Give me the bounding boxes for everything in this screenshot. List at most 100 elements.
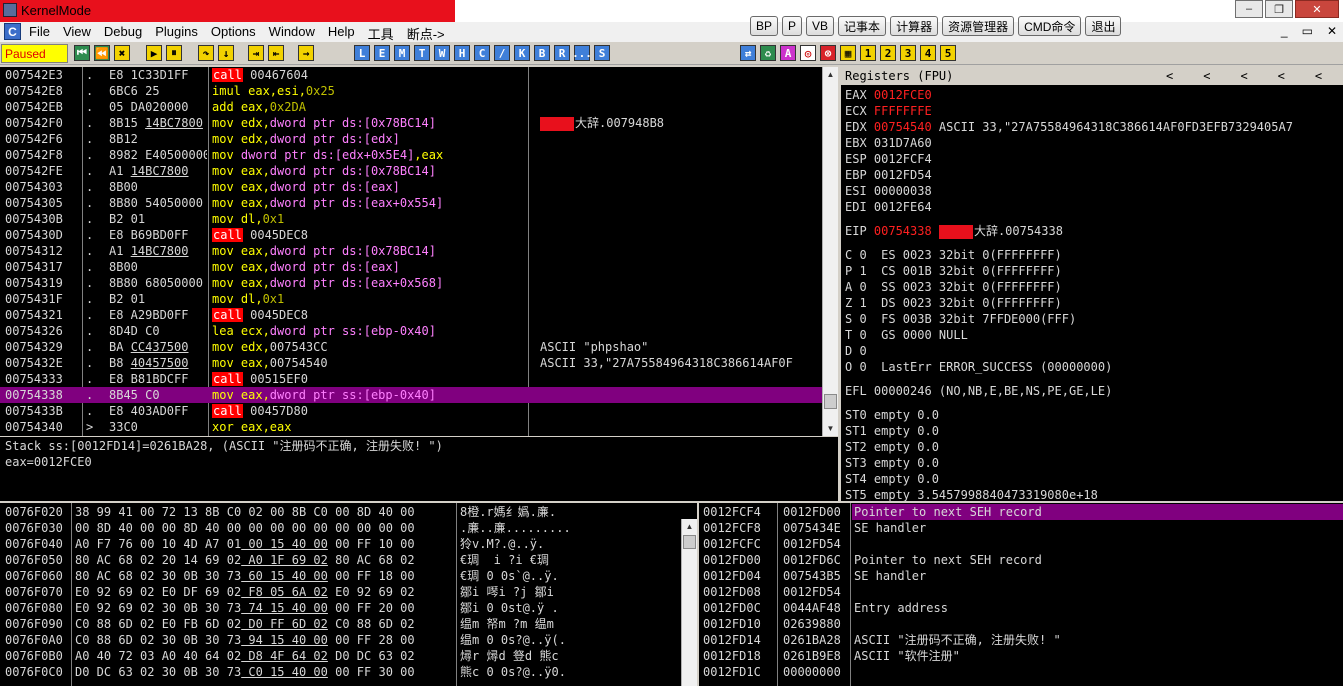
dump-scrollbar[interactable]: ▲	[681, 519, 697, 686]
disasm-row[interactable]: 00754326. 8D4D C0 lea ecx,dword ptr ss:[eb…	[0, 323, 822, 339]
quick-button-5[interactable]: 5	[940, 45, 956, 61]
disasm-row[interactable]: 00754333. E8 B81BDCFF call 00515EF0	[0, 371, 822, 387]
registers-header[interactable]: Registers (FPU) <<<<<	[841, 67, 1343, 85]
modules-window-button[interactable]: E	[374, 45, 390, 61]
font-icon[interactable]: A	[780, 45, 796, 61]
menu-breakpoint[interactable]: 断点->	[407, 24, 445, 43]
info-pane[interactable]: Stack ss:[0012FD14]=0261BA28, (ASCII "注册…	[0, 437, 838, 501]
stack-row[interactable]: 0012FD10 02639880	[699, 616, 1343, 632]
menu-debug[interactable]: Debug	[104, 24, 142, 43]
exit-button[interactable]: 退出	[1085, 16, 1122, 36]
open-icon[interactable]: ⏮	[74, 45, 90, 61]
register-esp[interactable]: ESP 0012FCF4	[845, 151, 932, 167]
vb-button[interactable]: VB	[806, 16, 835, 36]
patches-window-button[interactable]: /	[494, 45, 510, 61]
disasm-row[interactable]: 007542F6. 8B12 mov edx,dword ptr ds:[edx]	[0, 131, 822, 147]
stack-row[interactable]: 0012FD00 0012FD6C Pointer to next SEH reco…	[699, 552, 1343, 568]
stack-row[interactable]: 0012FCF8 0075434E SE handler	[699, 520, 1343, 536]
memory-window-button[interactable]: M	[394, 45, 410, 61]
register-value[interactable]: 00754338	[874, 224, 939, 238]
threads-window-button[interactable]: T	[414, 45, 430, 61]
register-efl[interactable]: EFL 00000246 (NO,NB,E,BE,NS,PE,GE,LE)	[845, 383, 1112, 399]
refresh-icon[interactable]: ⇄	[740, 45, 756, 61]
fpu-register[interactable]: ST2 empty 0.0	[845, 439, 939, 455]
disasm-row[interactable]: 007542E3. E8 1C33D1FF call 00467604	[0, 67, 822, 83]
disasm-row[interactable]: 00754340 >33C0 xor eax,eax	[0, 419, 822, 435]
trace-over-icon[interactable]: ⇤	[268, 45, 284, 61]
scroll-thumb[interactable]	[824, 394, 837, 409]
cpu-window-icon[interactable]: C	[4, 23, 21, 40]
notepad-button[interactable]: 记事本	[838, 16, 887, 36]
disasm-row[interactable]: 007542E8. 6BC6 25 imul eax,esi,0x25	[0, 83, 822, 99]
flag-segment-row[interactable]: Z 1 DS 0023 32bit 0(FFFFFFFF)	[845, 295, 1062, 311]
stack-row[interactable]: 0012FD18 0261B9E8 ASCII "软件注册"	[699, 648, 1343, 664]
step-over-icon[interactable]: ↓	[218, 45, 234, 61]
disasm-row[interactable]: 0075432E. B8 40457500 mov eax,00754540 ASCI…	[0, 355, 822, 371]
register-value[interactable]: 00000038	[874, 184, 932, 198]
disasm-row[interactable]: 00754305. 8B80 54050000 mov eax,dword ptr …	[0, 195, 822, 211]
stack-row[interactable]: 0012FD14 0261BA28 ASCII "注册码不正确, 注册失败! "	[699, 632, 1343, 648]
close-program-icon[interactable]: ✖	[114, 45, 130, 61]
scroll-up-icon[interactable]: ▲	[823, 67, 838, 82]
disasm-row[interactable]: 0075430D. E8 B69BD0FF call 0045DEC8	[0, 227, 822, 243]
dump-row[interactable]: 0076F020 38 99 41 00 72 13 8B C0 02 00 8B…	[0, 504, 681, 520]
flag-segment-row[interactable]: A 0 SS 0023 32bit 0(FFFFFFFF)	[845, 279, 1062, 295]
register-esi[interactable]: ESI 00000038	[845, 183, 932, 199]
disasm-row[interactable]: 00754319. 8B80 68050000 mov eax,dword ptr …	[0, 275, 822, 291]
disasm-row[interactable]: 00754317. 8B00 mov eax,dword ptr ds:[eax]	[0, 259, 822, 275]
handles-window-button[interactable]: H	[454, 45, 470, 61]
disasm-row[interactable]: 0075433B. E8 403AD0FF call 00457D80	[0, 403, 822, 419]
flag-segment-row[interactable]: P 1 CS 001B 32bit 0(FFFFFFFF)	[845, 263, 1062, 279]
stack-row[interactable]: 0012FCFC 0012FD54	[699, 536, 1343, 552]
disasm-row[interactable]: 0075431F. B2 01 mov dl,0x1	[0, 291, 822, 307]
fpu-register[interactable]: ST1 empty 0.0	[845, 423, 939, 439]
quick-button-4[interactable]: 4	[920, 45, 936, 61]
dump-row[interactable]: 0076F070 E0 92 69 02 E0 DF 69 02 F8 05 6A…	[0, 584, 681, 600]
dump-row[interactable]: 0076F0B0 A0 40 72 03 A0 40 64 02 D8 4F 64…	[0, 648, 681, 664]
menu-window[interactable]: Window	[269, 24, 315, 43]
register-value[interactable]: 031D7A60	[874, 136, 932, 150]
stack-row[interactable]: 0012FD1C 00000000	[699, 664, 1343, 680]
execute-till-return-icon[interactable]: →	[298, 45, 314, 61]
windows-window-button[interactable]: W	[434, 45, 450, 61]
grid-icon[interactable]: ▦	[840, 45, 856, 61]
disasm-row[interactable]: 00754303. 8B00 mov eax,dword ptr ds:[eax]	[0, 179, 822, 195]
stack-row[interactable]: 0012FCF4 0012FD00 Pointer to next SEH reco…	[699, 504, 1343, 520]
disasm-row[interactable]: 0075430B. B2 01 mov dl,0x1	[0, 211, 822, 227]
mdi-minimize-icon[interactable]: _	[1281, 24, 1288, 38]
dump-row[interactable]: 0076F0C0 D0 DC 63 02 30 0B 30 73 C0 15 40…	[0, 664, 681, 680]
source-window-button[interactable]: S	[594, 45, 610, 61]
disassembly-scrollbar[interactable]: ▲ ▼	[822, 67, 838, 436]
flag-segment-row[interactable]: S 0 FS 003B 32bit 7FFDE000(FFF)	[845, 311, 1076, 327]
disasm-row[interactable]: 007542FE. A1 14BC7800 mov eax,dword ptr ds…	[0, 163, 822, 179]
stack-row[interactable]: 0012FD0C 0044AF48 Entry address	[699, 600, 1343, 616]
disasm-row[interactable]: 007542F8. 8982 E405000000 mov dword ptr ds…	[0, 147, 822, 163]
cpu-window-button[interactable]: C	[474, 45, 490, 61]
quick-button-3[interactable]: 3	[900, 45, 916, 61]
run-trace-window-button[interactable]: ...	[572, 45, 592, 61]
mdi-restore-icon[interactable]: ▭	[1302, 24, 1313, 38]
register-ebp[interactable]: EBP 0012FD54	[845, 167, 932, 183]
call-stack-window-button[interactable]: K	[514, 45, 530, 61]
register-ecx[interactable]: ECX FFFFFFFE	[845, 103, 932, 119]
stack-pane[interactable]: 0012FCF4 0012FD00 Pointer to next SEH reco…	[699, 503, 1343, 686]
register-value[interactable]: 00754540	[874, 120, 932, 134]
close-button[interactable]: ✕	[1295, 0, 1339, 18]
stack-row[interactable]: 0012FD04 007543B5 SE handler	[699, 568, 1343, 584]
register-value[interactable]: 0012FCF4	[874, 152, 932, 166]
quick-button-1[interactable]: 1	[860, 45, 876, 61]
references-window-button[interactable]: R	[554, 45, 570, 61]
hide-icon[interactable]: ♻	[760, 45, 776, 61]
quick-button-2[interactable]: 2	[880, 45, 896, 61]
dump-row[interactable]: 0076F090 C0 88 6D 02 E0 FB 6D 02 D0 FF 6D…	[0, 616, 681, 632]
breakpoints-window-button[interactable]: B	[534, 45, 550, 61]
scroll-thumb[interactable]	[683, 535, 696, 549]
stack-row[interactable]: 0012FD08 0012FD54	[699, 584, 1343, 600]
disasm-row[interactable]: 00754312. A1 14BC7800 mov eax,dword ptr ds…	[0, 243, 822, 259]
dump-row[interactable]: 0076F050 80 AC 68 02 20 14 69 02 A0 1F 69…	[0, 552, 681, 568]
flag-segment-row[interactable]: D 0	[845, 343, 867, 359]
register-edx[interactable]: EDX 00754540 ASCII 33,"27A75584964318C38…	[845, 119, 1293, 135]
menu-options[interactable]: Options	[211, 24, 256, 43]
menu-tools[interactable]: 工具	[368, 24, 394, 43]
register-nav-arrows[interactable]: <<<<<	[1166, 67, 1343, 85]
